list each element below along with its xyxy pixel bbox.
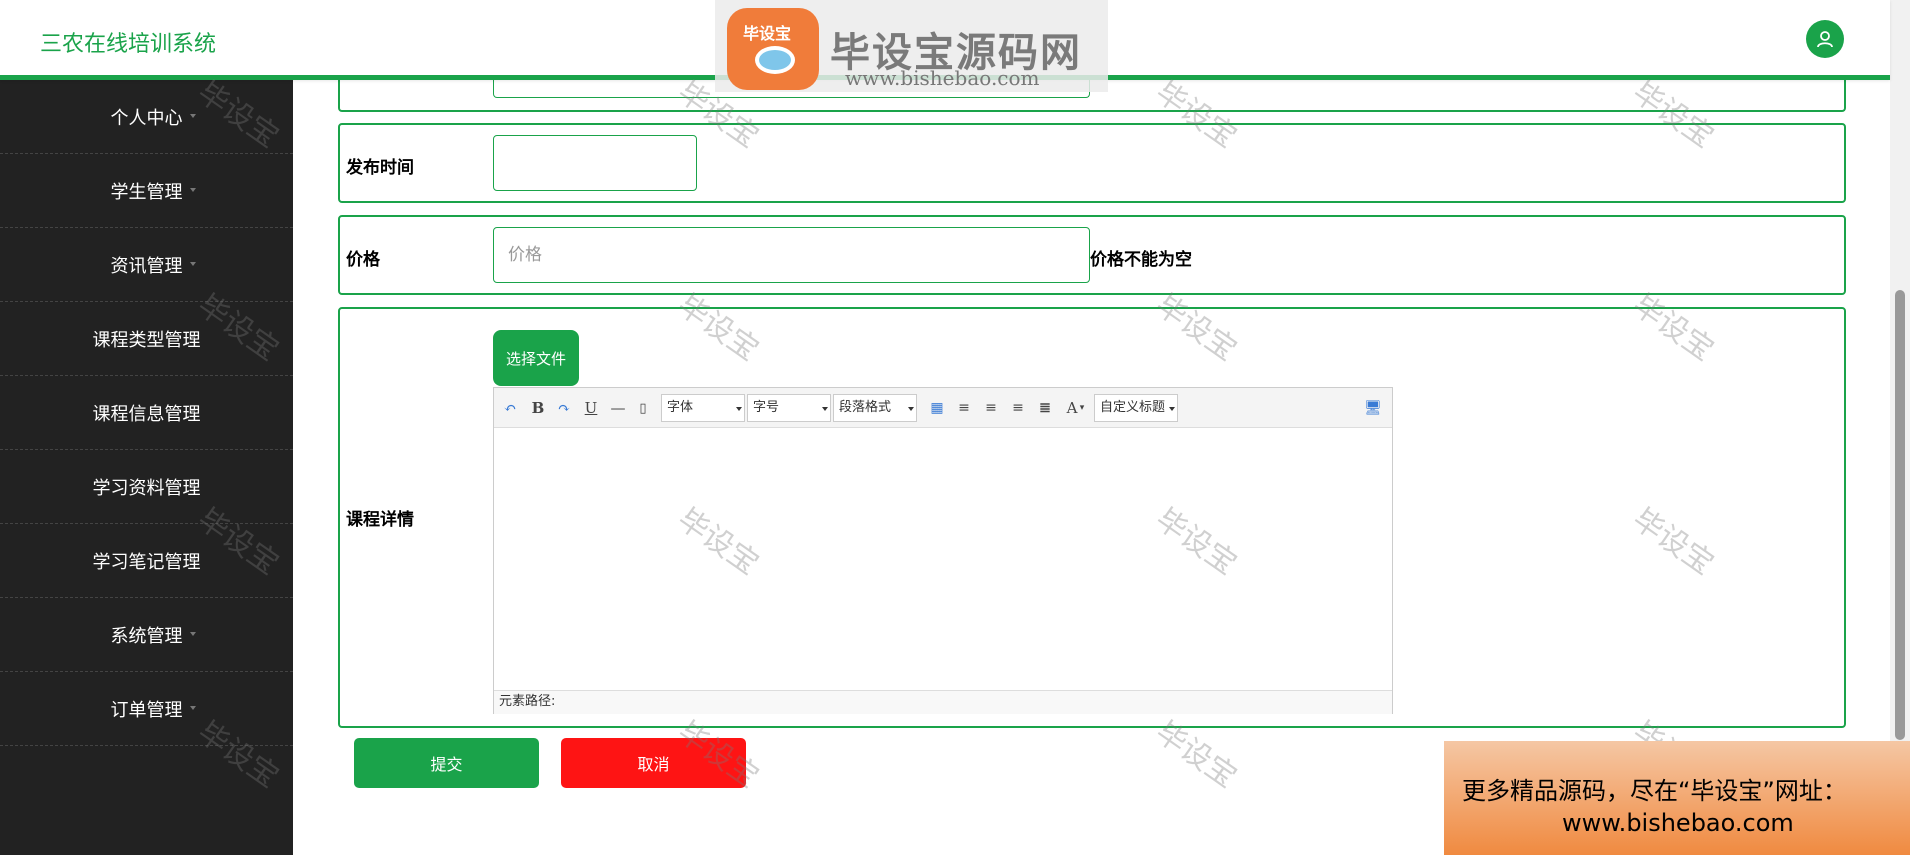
sidebar-item-system-management[interactable]: 系统管理 — [0, 598, 293, 672]
price-label: 价格 — [346, 250, 380, 270]
dropdown-arrow-icon — [908, 407, 914, 411]
watermark-logo-url: www.bishebao.com — [845, 66, 1040, 90]
caret-down-icon — [190, 558, 196, 562]
submit-button[interactable]: 提交 — [354, 738, 539, 788]
sidebar-item-study-notes-management[interactable]: 学习笔记管理 — [0, 524, 293, 598]
font-color-dropdown-icon[interactable]: ▾ — [1076, 397, 1088, 419]
editor-toolbar: ↶ B ↷ U — ▯ 字体 字号 段落格式 ▦ ≡ ≡ ≡ ≣ A ▾ 自定义… — [494, 388, 1392, 428]
align-justify-icon[interactable]: ≣ — [1034, 397, 1056, 419]
sidebar-item-student-management[interactable]: 学生管理 — [0, 154, 293, 228]
promo-line-2: www.bishebao.com — [1562, 809, 1794, 837]
sidebar-item-news-management[interactable]: 资讯管理 — [0, 228, 293, 302]
price-input[interactable] — [493, 227, 1090, 283]
course-detail-label: 课程详情 — [346, 510, 414, 530]
page-scrollbar[interactable] — [1890, 0, 1910, 855]
choose-file-button[interactable]: 选择文件 — [493, 330, 579, 386]
sidebar-item-course-info-management[interactable]: 课程信息管理 — [0, 376, 293, 450]
promo-line-1: 更多精品源码，尽在“毕设宝”网址： — [1462, 777, 1847, 805]
dropdown-arrow-icon — [822, 407, 828, 411]
caret-down-icon — [190, 188, 196, 192]
logo-face-icon — [755, 46, 795, 74]
rich-text-editor: ↶ B ↷ U — ▯ 字体 字号 段落格式 ▦ ≡ ≡ ≡ ≣ A ▾ 自定义… — [493, 387, 1393, 714]
undo-icon[interactable]: ↶ — [499, 397, 521, 419]
caret-down-icon — [190, 632, 196, 636]
sidebar-item-order-management[interactable]: 订单管理 — [0, 672, 293, 746]
promo-banner: 更多精品源码，尽在“毕设宝”网址： www.bishebao.com — [1444, 741, 1910, 855]
align-left-icon[interactable]: ≡ — [953, 397, 975, 419]
editor-statusbar: 元素路径: — [494, 690, 1392, 714]
publish-time-label: 发布时间 — [346, 158, 414, 178]
caret-down-icon — [190, 484, 196, 488]
caret-down-icon — [190, 262, 196, 266]
watermark-logo-banner: 毕设宝 毕设宝源码网 www.bishebao.com — [715, 0, 1108, 92]
paragraph-format-select[interactable]: 段落格式 — [833, 394, 917, 422]
price-error-message: 价格不能为空 — [1090, 250, 1192, 270]
caret-down-icon — [190, 706, 196, 710]
sidebar: 个人中心 学生管理 资讯管理 课程类型管理 课程信息管理 学习资料管理 学习笔记… — [0, 80, 293, 855]
align-center-icon[interactable]: ≡ — [1007, 397, 1029, 419]
editor-content-area[interactable] — [494, 428, 1392, 690]
fullscreen-icon[interactable]: 🖥 — [1362, 397, 1384, 419]
watermark-logo-badge: 毕设宝 — [727, 8, 819, 90]
form-row-price: 价格 价格不能为空 — [338, 215, 1846, 295]
user-icon — [1817, 31, 1833, 48]
dropdown-arrow-icon — [1169, 407, 1175, 411]
scrollbar-thumb[interactable] — [1895, 290, 1905, 740]
sidebar-item-personal-center[interactable]: 个人中心 — [0, 80, 293, 154]
redo-icon[interactable]: ↷ — [553, 397, 575, 419]
table-icon[interactable]: ▦ — [926, 397, 948, 419]
dropdown-arrow-icon — [736, 407, 742, 411]
sidebar-item-course-type-management[interactable]: 课程类型管理 — [0, 302, 293, 376]
font-family-select[interactable]: 字体 — [661, 394, 745, 422]
sidebar-item-study-material-management[interactable]: 学习资料管理 — [0, 450, 293, 524]
font-size-select[interactable]: 字号 — [747, 394, 831, 422]
cancel-button[interactable]: 取消 — [561, 738, 746, 788]
caret-down-icon — [190, 114, 196, 118]
caret-down-icon — [190, 336, 196, 340]
app-title: 三农在线培训系统 — [40, 32, 217, 57]
logo-badge-text: 毕设宝 — [743, 24, 792, 43]
user-avatar[interactable] — [1806, 20, 1844, 58]
underline-icon[interactable]: U — [580, 397, 602, 419]
publish-time-input[interactable] — [493, 135, 697, 191]
align-right-icon[interactable]: ≡ — [980, 397, 1002, 419]
form-row-publish-time: 发布时间 — [338, 123, 1846, 203]
custom-title-select[interactable]: 自定义标题 — [1094, 394, 1178, 422]
bold-icon[interactable]: B — [527, 397, 549, 419]
new-document-icon[interactable]: ▯ — [632, 397, 654, 419]
horizontal-rule-icon[interactable]: — — [607, 397, 629, 419]
caret-down-icon — [190, 410, 196, 414]
